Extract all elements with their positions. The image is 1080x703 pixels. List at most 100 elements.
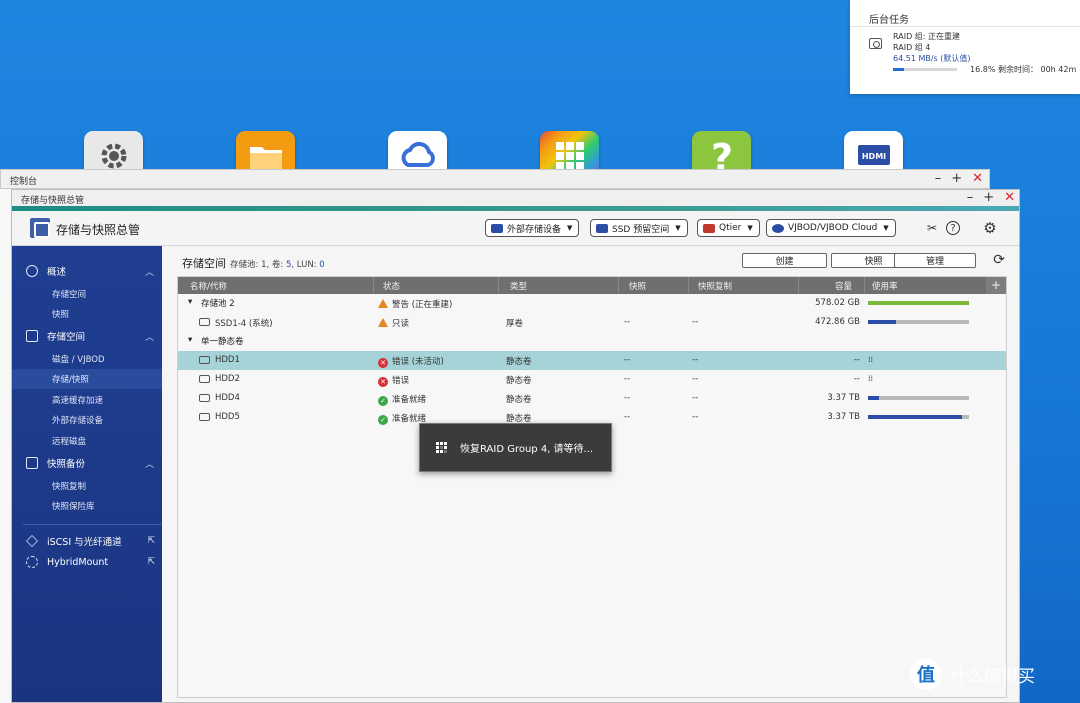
qtier-dropdown[interactable]: Qtier ▼ <box>697 219 760 237</box>
ssd-cache-dropdown[interactable]: SSD 预留空间 ▼ <box>590 219 688 237</box>
status-cell: 只读 <box>378 317 409 329</box>
sidebar-item-storage-snapshots[interactable]: 存储/快照 <box>12 369 162 389</box>
minimize-icon[interactable]: – <box>967 190 974 206</box>
usage-bar-fill <box>868 396 880 400</box>
close-icon[interactable]: ✕ <box>1004 190 1015 206</box>
task-progress-text: 16.8% 剩余时间： 00h 42m <box>970 65 1077 74</box>
warning-icon <box>378 318 388 327</box>
sidebar-section-label: 快照备份 <box>47 459 86 470</box>
sidebar-item-label: 高速缓存加速 <box>52 396 104 406</box>
status-cell: ✓ 准备就绪 <box>378 393 426 406</box>
column-header-capacity[interactable]: 容量 <box>835 280 852 292</box>
usage-bar <box>868 415 969 419</box>
sidebar-link-label: iSCSI 与光纤通道 <box>47 537 122 548</box>
usage-unavailable-icon: ⁞⁞ <box>868 374 874 383</box>
chevron-down-icon: ▼ <box>567 224 573 232</box>
table-row[interactable]: HDD2 ✕ 错误 静态卷 -- -- -- ⁞⁞ <box>178 370 1006 389</box>
expand-chevron-icon[interactable]: ▾ <box>188 335 192 345</box>
type-cell: 静态卷 <box>506 357 532 367</box>
sidebar-link-hybridmount[interactable]: HybridMount ⇱ <box>12 552 162 572</box>
column-header-type[interactable]: 类型 <box>510 280 527 292</box>
vjbod-label: VJBOD/VJBOD Cloud <box>788 223 878 233</box>
check-icon: ✓ <box>378 415 388 425</box>
sidebar-section-storage[interactable]: 存储空间 ︿ <box>12 326 162 346</box>
sidebar-item-overview-storage[interactable]: 存储空间 <box>12 284 162 304</box>
error-icon: ✕ <box>378 358 388 368</box>
table-row[interactable]: HDD1 ✕ 错误 (未活动) 静态卷 -- -- -- ⁞⁞ <box>178 351 1006 370</box>
sidebar-item-label: 快照复制 <box>52 482 87 492</box>
window-titlebar[interactable]: 存储与快照总管 – + ✕ <box>12 190 1019 206</box>
sidebar-item-overview-snapshot[interactable]: 快照 <box>12 304 162 324</box>
usage-bar <box>868 396 969 400</box>
add-column-icon[interactable]: + <box>986 277 1006 294</box>
main-content: 存储空间 存储池: 1, 卷: 5, LUN: 0 创建 快照 管理 ⟳ 名称/代… <box>162 246 1019 702</box>
sidebar-item-remote-disk[interactable]: 远程磁盘 <box>12 431 162 451</box>
help-icon[interactable]: ? <box>946 221 960 235</box>
sidebar-item-disks[interactable]: 磁盘 / VJBOD <box>12 349 162 369</box>
column-divider <box>864 277 865 294</box>
usage-bar <box>868 320 969 324</box>
sidebar-item-external-storage[interactable]: 外部存储设备 <box>12 410 162 430</box>
table-group-row[interactable]: ▾ 单一静态卷 <box>178 332 1006 351</box>
table-row[interactable]: HDD4 ✓ 准备就绪 静态卷 -- -- 3.37 TB <box>178 389 1006 408</box>
column-header-status[interactable]: 状态 <box>383 280 400 292</box>
replica-cell: -- <box>692 355 699 365</box>
table-group-row[interactable]: ▾ 存储池 2 警告 (正在重建) 578.02 GB <box>178 294 1006 313</box>
task-speed: 64.51 MB/s (默认值) <box>893 54 971 63</box>
manage-button[interactable]: 管理 <box>894 253 976 268</box>
tools-icon[interactable]: ✂ <box>924 220 940 236</box>
replica-cell: -- <box>692 317 699 327</box>
sidebar-section-label: 概述 <box>47 267 67 278</box>
column-header-snapshot[interactable]: 快照 <box>629 280 646 292</box>
chevron-down-icon: ▼ <box>675 224 681 232</box>
background-tasks-title: 后台任务 <box>869 15 909 26</box>
external-link-icon: ⇱ <box>147 557 155 567</box>
status-cell: ✕ 错误 (未活动) <box>378 355 444 368</box>
sidebar-link-iscsi[interactable]: iSCSI 与光纤通道 ⇱ <box>12 531 162 551</box>
volume-name: HDD2 <box>215 374 240 384</box>
column-header-usage[interactable]: 使用率 <box>872 280 898 292</box>
vjbod-dropdown[interactable]: VJBOD/VJBOD Cloud ▼ <box>766 219 896 237</box>
watermark-logo: 值 <box>910 658 942 690</box>
replica-cell: -- <box>692 393 699 403</box>
column-divider <box>498 277 499 294</box>
sidebar-item-snapshot-replica[interactable]: 快照复制 <box>12 476 162 496</box>
error-icon: ✕ <box>378 377 388 387</box>
refresh-icon[interactable]: ⟳ <box>993 252 1005 268</box>
maximize-icon[interactable]: + <box>951 171 962 187</box>
status-cell: 警告 (正在重建) <box>378 298 452 310</box>
capacity-cell: 472.86 GB <box>815 317 860 327</box>
sidebar-item-snapshot-vault[interactable]: 快照保险库 <box>12 496 162 516</box>
sidebar-section-overview[interactable]: 概述 ︿ <box>12 261 162 281</box>
column-divider <box>688 277 689 294</box>
storage-summary: 存储池: 1, 卷: 5, LUN: 0 <box>230 260 325 270</box>
control-panel-body <box>0 189 11 703</box>
close-icon[interactable]: ✕ <box>972 171 983 187</box>
column-header-name[interactable]: 名称/代称 <box>190 280 227 292</box>
table-row[interactable]: SSD1-4 (系统) 只读 厚卷 -- -- 472.86 GB <box>178 313 1006 332</box>
external-storage-dropdown[interactable]: 外部存储设备 ▼ <box>485 219 580 237</box>
sidebar-item-label: 存储/快照 <box>52 375 89 385</box>
sidebar-item-cache[interactable]: 高速缓存加速 <box>12 390 162 410</box>
chevron-up-icon: ︿ <box>144 267 154 278</box>
sidebar-section-label: 存储空间 <box>47 332 86 343</box>
iscsi-icon <box>26 535 38 547</box>
column-header-replica[interactable]: 快照复制 <box>698 280 732 292</box>
create-button[interactable]: 创建 <box>742 253 827 268</box>
snapshot-cell: -- <box>624 374 631 384</box>
sidebar-divider <box>23 524 162 525</box>
expand-chevron-icon[interactable]: ▾ <box>188 297 192 307</box>
usage-bar-fill <box>868 301 969 305</box>
external-storage-label: 外部存储设备 <box>507 224 562 235</box>
watermark-text: 什么值得买 <box>950 666 1035 687</box>
settings-gear-icon[interactable]: ⚙ <box>982 219 998 237</box>
storage-manager-logo-icon <box>30 218 50 238</box>
task-progress-fill <box>893 68 904 71</box>
page-title: 存储空间 存储池: 1, 卷: 5, LUN: 0 <box>182 255 325 271</box>
maximize-icon[interactable]: + <box>983 190 994 206</box>
usage-unavailable-icon: ⁞⁞ <box>868 355 874 364</box>
minimize-icon[interactable]: – <box>935 171 942 187</box>
group-name: 存储池 2 <box>201 299 235 309</box>
divider <box>850 26 1080 27</box>
sidebar-section-snapshot-backup[interactable]: 快照备份 ︿ <box>12 453 162 473</box>
